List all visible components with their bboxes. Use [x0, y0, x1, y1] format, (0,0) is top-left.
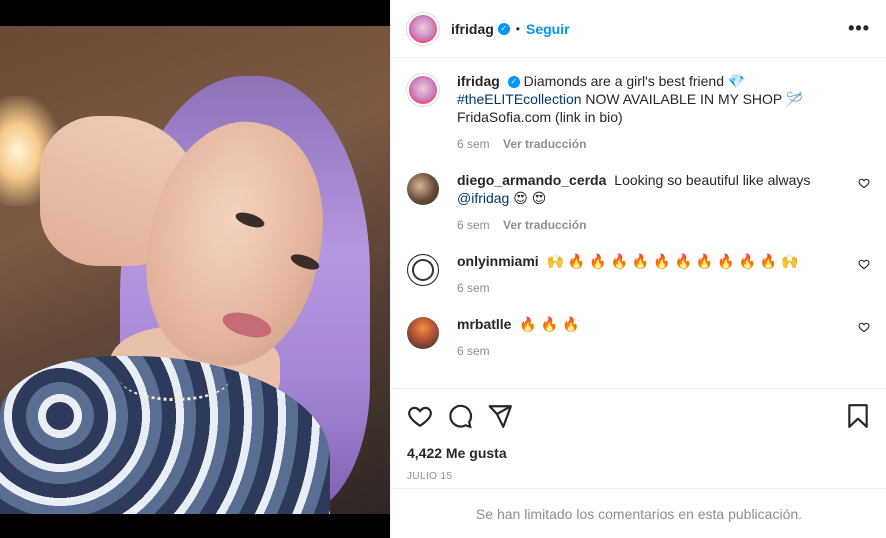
- comments-list[interactable]: ifridag ✓ Diamonds are a girl's best frie…: [391, 58, 886, 388]
- comment-time[interactable]: 6 sem: [457, 344, 490, 358]
- action-icons: [407, 403, 871, 429]
- author-avatar[interactable]: [407, 12, 439, 45]
- likes-count[interactable]: 4,422 Me gusta: [407, 445, 871, 461]
- list-item: mrbatlle 🔥 🔥 🔥 6 sem: [407, 315, 870, 360]
- author-username[interactable]: ifridag: [451, 21, 494, 37]
- post-header: ifridag ✓ • Seguir •••: [391, 0, 886, 58]
- comment-text: 🙌 🔥 🔥 🔥 🔥 🔥 🔥 🔥 🔥 🔥 🔥 🙌: [546, 253, 799, 269]
- comment-username[interactable]: mrbatlle: [457, 316, 511, 332]
- post-media[interactable]: [0, 0, 390, 538]
- comment-icon[interactable]: [447, 403, 473, 429]
- comment-meta: 6 sem Ver traducción: [457, 216, 840, 234]
- comment-time[interactable]: 6 sem: [457, 281, 490, 295]
- share-icon[interactable]: [487, 403, 513, 429]
- translate-button[interactable]: Ver traducción: [503, 218, 586, 232]
- verified-badge-icon: ✓: [507, 76, 520, 89]
- follow-button[interactable]: Seguir: [526, 21, 570, 37]
- comment-time[interactable]: 6 sem: [457, 137, 490, 151]
- caption-text: Diamonds are a girl's best friend 💎: [523, 73, 746, 89]
- comment-text: 🔥 🔥 🔥: [519, 316, 580, 332]
- verified-badge-icon: ✓: [497, 22, 510, 35]
- comment-time[interactable]: 6 sem: [457, 218, 490, 232]
- list-item: diego_armando_cerda Looking so beautiful…: [407, 171, 870, 234]
- comment-meta: 6 sem: [457, 279, 840, 297]
- comment-username[interactable]: ifridag: [457, 73, 500, 89]
- photo-necklace: [120, 356, 230, 401]
- translate-button[interactable]: Ver traducción: [503, 137, 586, 151]
- like-comment-heart-icon[interactable]: [858, 177, 870, 189]
- like-comment-heart-icon[interactable]: [858, 258, 870, 270]
- bookmark-icon[interactable]: [845, 403, 871, 429]
- comment-username[interactable]: diego_armando_cerda: [457, 172, 606, 188]
- list-item: onlyinmiami 🙌 🔥 🔥 🔥 🔥 🔥 🔥 🔥 🔥 🔥 🔥 🙌 6 se…: [407, 252, 870, 297]
- commenter-avatar[interactable]: [407, 254, 439, 286]
- heart-icon[interactable]: [407, 403, 433, 429]
- caption-hashtag[interactable]: #theELITEcollection: [457, 91, 582, 107]
- like-comment-heart-icon[interactable]: [858, 321, 870, 333]
- post-actions: 4,422 Me gusta JULIO 15: [391, 388, 886, 482]
- more-options-icon[interactable]: •••: [848, 18, 870, 39]
- post-date[interactable]: JULIO 15: [407, 471, 871, 482]
- comment-meta: 6 sem: [457, 342, 840, 360]
- comment-emoji: 😍 😍: [513, 190, 547, 206]
- caption-avatar[interactable]: [407, 74, 439, 106]
- comment-meta: 6 sem Ver traducción: [457, 135, 840, 153]
- caption: ifridag ✓ Diamonds are a girl's best frie…: [407, 72, 870, 153]
- comment-username[interactable]: onlyinmiami: [457, 253, 539, 269]
- commenter-avatar[interactable]: [407, 317, 439, 349]
- comment-mention[interactable]: @ifridag: [457, 190, 509, 206]
- comment-text: Looking so beautiful like always: [614, 172, 811, 188]
- commenter-avatar[interactable]: [407, 173, 439, 205]
- post-side-panel: ifridag ✓ • Seguir ••• ifridag ✓ Diamonds…: [390, 0, 886, 538]
- comments-limited-notice: Se han limitado los comentarios en esta …: [391, 488, 886, 538]
- separator-dot: •: [515, 21, 520, 36]
- post-photo[interactable]: [0, 26, 390, 514]
